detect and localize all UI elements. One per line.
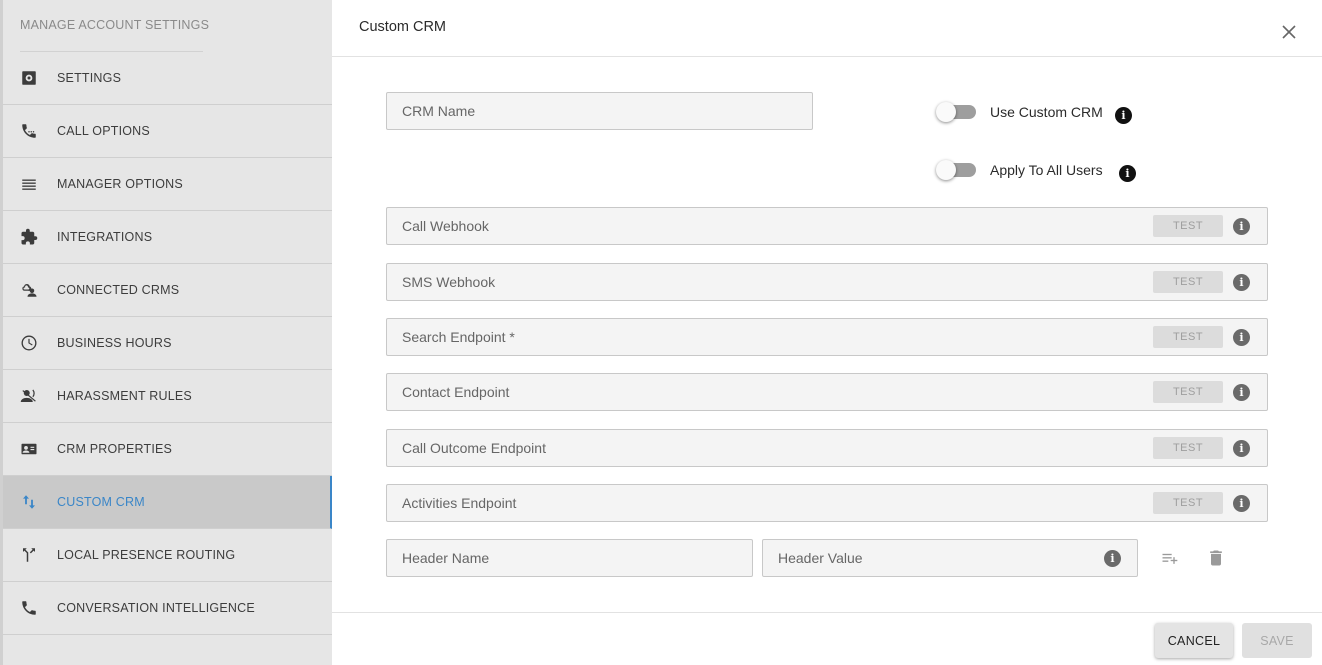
use-custom-crm-row: Use Custom CRM bbox=[936, 102, 1103, 122]
test-button[interactable]: TEST bbox=[1153, 326, 1223, 348]
info-icon[interactable]: i bbox=[1233, 274, 1250, 291]
sidebar-item-harassment-rules[interactable]: HARASSMENT RULES bbox=[3, 370, 332, 423]
header-value-field: i bbox=[762, 539, 1138, 577]
cancel-button[interactable]: CANCEL bbox=[1155, 623, 1233, 658]
sms-webhook-field: TEST i bbox=[386, 263, 1268, 301]
test-button[interactable]: TEST bbox=[1153, 271, 1223, 293]
header-value-input[interactable] bbox=[763, 540, 1137, 576]
contact-endpoint-input[interactable] bbox=[387, 374, 1267, 410]
add-header-button[interactable] bbox=[1160, 548, 1180, 568]
sidebar-item-connected-crms[interactable]: CONNECTED CRMS bbox=[3, 264, 332, 317]
sidebar-item-settings[interactable]: SETTINGS bbox=[3, 52, 332, 105]
sidebar-item-conversation-intelligence[interactable]: CONVERSATION INTELLIGENCE bbox=[3, 582, 332, 635]
puzzle-icon bbox=[3, 228, 57, 246]
sidebar-header: MANAGE ACCOUNT SETTINGS bbox=[3, 0, 332, 52]
info-icon[interactable]: i bbox=[1104, 550, 1121, 567]
activities-endpoint-field: TEST i bbox=[386, 484, 1268, 522]
info-icon[interactable]: i bbox=[1233, 495, 1250, 512]
sidebar-item-label: SETTINGS bbox=[57, 71, 122, 85]
sidebar-item-crm-properties[interactable]: CRM PROPERTIES bbox=[3, 423, 332, 476]
search-endpoint-field: TEST i bbox=[386, 318, 1268, 356]
info-icon[interactable]: i bbox=[1233, 384, 1250, 401]
modal-title: Custom CRM bbox=[359, 19, 447, 35]
toggle-knob bbox=[936, 160, 956, 180]
menu-lines-icon bbox=[3, 175, 57, 193]
sidebar-item-label: HARASSMENT RULES bbox=[57, 389, 192, 403]
info-icon[interactable]: i bbox=[1115, 107, 1132, 124]
sidebar-item-label: INTEGRATIONS bbox=[57, 230, 153, 244]
contact-endpoint-field: TEST i bbox=[386, 373, 1268, 411]
sidebar-item-label: LOCAL PRESENCE ROUTING bbox=[57, 548, 236, 562]
cloud-person-icon bbox=[3, 281, 57, 299]
toggle-knob bbox=[936, 102, 956, 122]
use-custom-crm-toggle[interactable] bbox=[936, 102, 976, 122]
route-split-icon bbox=[3, 546, 57, 564]
sidebar-item-business-hours[interactable]: BUSINESS HOURS bbox=[3, 317, 332, 370]
test-button[interactable]: TEST bbox=[1153, 437, 1223, 459]
test-button[interactable]: TEST bbox=[1153, 492, 1223, 514]
test-button[interactable]: TEST bbox=[1153, 381, 1223, 403]
sidebar-item-call-options[interactable]: CALL OPTIONS bbox=[3, 105, 332, 158]
modal-footer: CANCEL SAVE bbox=[332, 612, 1322, 665]
delete-header-button[interactable] bbox=[1206, 548, 1226, 568]
sidebar-item-label: CONVERSATION INTELLIGENCE bbox=[57, 601, 255, 615]
header-name-input[interactable] bbox=[387, 540, 752, 576]
call-webhook-input[interactable] bbox=[387, 208, 1267, 244]
activities-endpoint-input[interactable] bbox=[387, 485, 1267, 521]
call-outcome-endpoint-input[interactable] bbox=[387, 430, 1267, 466]
custom-crm-modal: Custom CRM Use Custom CRM i Apply To All… bbox=[332, 0, 1322, 665]
call-outcome-endpoint-field: TEST i bbox=[386, 429, 1268, 467]
search-endpoint-input[interactable] bbox=[387, 319, 1267, 355]
use-custom-crm-label: Use Custom CRM bbox=[990, 104, 1103, 120]
sidebar-item-label: CALL OPTIONS bbox=[57, 124, 150, 138]
test-button[interactable]: TEST bbox=[1153, 215, 1223, 237]
sidebar-item-label: BUSINESS HOURS bbox=[57, 336, 172, 350]
settings-sidebar: MANAGE ACCOUNT SETTINGS SETTINGS CALL OP… bbox=[0, 0, 332, 665]
contact-card-icon bbox=[3, 440, 57, 458]
trash-icon bbox=[1210, 550, 1222, 566]
gear-icon bbox=[3, 69, 57, 87]
crm-name-input[interactable] bbox=[387, 93, 812, 129]
info-icon[interactable]: i bbox=[1233, 329, 1250, 346]
sidebar-item-custom-crm[interactable]: CUSTOM CRM bbox=[3, 476, 332, 529]
sidebar-item-local-presence-routing[interactable]: LOCAL PRESENCE ROUTING bbox=[3, 529, 332, 582]
apply-to-all-users-row: Apply To All Users bbox=[936, 160, 1103, 180]
clock-icon bbox=[3, 334, 57, 352]
info-icon[interactable]: i bbox=[1233, 440, 1250, 457]
header-name-field bbox=[386, 539, 753, 577]
sidebar-item-manager-options[interactable]: MANAGER OPTIONS bbox=[3, 158, 332, 211]
info-icon[interactable]: i bbox=[1119, 165, 1136, 182]
modal-header: Custom CRM bbox=[332, 0, 1322, 57]
sms-webhook-input[interactable] bbox=[387, 264, 1267, 300]
sidebar-item-integrations[interactable]: INTEGRATIONS bbox=[3, 211, 332, 264]
crm-name-field bbox=[386, 92, 813, 130]
apply-to-all-users-label: Apply To All Users bbox=[990, 162, 1103, 178]
voice-off-icon bbox=[3, 387, 57, 405]
call-webhook-field: TEST i bbox=[386, 207, 1268, 245]
apply-to-all-users-toggle[interactable] bbox=[936, 160, 976, 180]
sidebar-item-label: MANAGER OPTIONS bbox=[57, 177, 183, 191]
phone-icon bbox=[3, 599, 57, 617]
close-button[interactable] bbox=[1280, 23, 1298, 41]
arrows-up-down-icon bbox=[3, 493, 57, 511]
info-icon[interactable]: i bbox=[1233, 218, 1250, 235]
sidebar-item-label: CONNECTED CRMS bbox=[57, 283, 180, 297]
sidebar-item-label: CUSTOM CRM bbox=[57, 495, 145, 509]
close-icon bbox=[1282, 25, 1296, 39]
save-button[interactable]: SAVE bbox=[1242, 623, 1312, 658]
playlist-add-icon bbox=[1162, 553, 1178, 564]
phone-dial-icon bbox=[3, 122, 57, 140]
sidebar-item-label: CRM PROPERTIES bbox=[57, 442, 173, 456]
